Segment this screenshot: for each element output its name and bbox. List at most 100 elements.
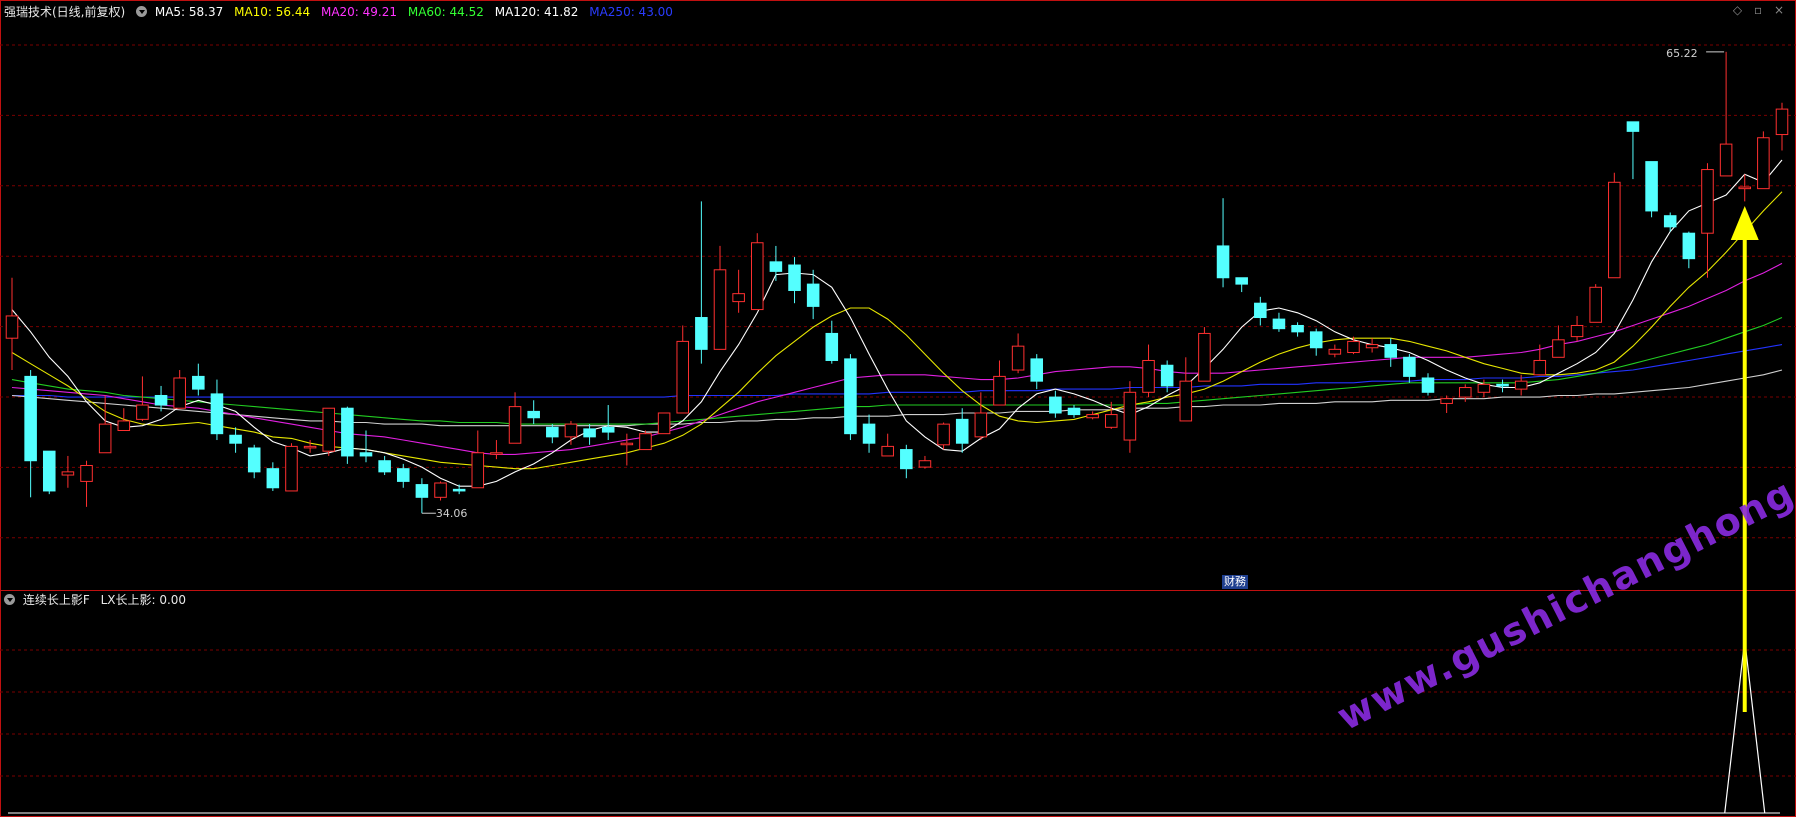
candle-body: [1477, 383, 1491, 393]
candle-body: [1216, 245, 1230, 279]
candle-body: [974, 412, 988, 438]
candle-body: [136, 404, 149, 420]
candle-body: [1775, 108, 1789, 136]
candle-body: [806, 283, 820, 307]
candle-body: [1663, 215, 1677, 228]
indicator-value: LX长上影: 0.00: [100, 593, 187, 607]
yellow-arrow-head: [1730, 206, 1759, 240]
candle-body: [601, 426, 615, 433]
candle-body: [1160, 364, 1174, 387]
candle-body: [1384, 344, 1398, 358]
candle-body: [341, 407, 354, 457]
candle-body: [192, 375, 205, 390]
candle-body: [5, 315, 19, 339]
candle-body: [1738, 186, 1752, 190]
candle-body: [676, 340, 690, 414]
candle-body: [639, 433, 652, 451]
candle-body: [1626, 121, 1640, 132]
candle-body: [1328, 348, 1342, 355]
window-icons: ◇ ▫ ×: [1725, 3, 1784, 17]
candle-body: [322, 407, 336, 452]
restore-icon[interactable]: ▫: [1754, 3, 1762, 17]
candle-body: [881, 445, 894, 457]
frame: [0, 0, 1796, 817]
ma10-line: [11, 191, 1783, 470]
candle-body: [1198, 332, 1211, 382]
finance-badge[interactable]: 财務: [1222, 575, 1248, 589]
candle-body: [918, 460, 932, 468]
low-price-label: 34.06: [435, 507, 468, 521]
candle-body: [1104, 414, 1118, 428]
candle-body: [1309, 331, 1323, 349]
candle-body: [1403, 356, 1416, 377]
candle-body: [1440, 398, 1453, 404]
candle-body: [98, 423, 112, 454]
ma120-label: MA120: 41.82: [494, 5, 579, 19]
candle-body: [1049, 396, 1062, 414]
candle-body: [1608, 181, 1621, 279]
candle-body: [1701, 169, 1714, 234]
candle-body: [788, 264, 801, 291]
candle-body: [862, 423, 876, 444]
candle-body: [695, 317, 708, 350]
candle-body: [1458, 387, 1472, 398]
candle-body: [1086, 414, 1099, 419]
candle-body: [657, 412, 671, 435]
candle-body: [173, 377, 186, 409]
candle-body: [1496, 383, 1509, 387]
candle-body: [1552, 339, 1565, 358]
candle-body: [396, 468, 410, 482]
candle-body: [1254, 302, 1267, 319]
candle-body: [1030, 358, 1044, 382]
candle-body: [955, 418, 969, 444]
candle-body: [285, 445, 298, 492]
candle-body: [1365, 344, 1379, 349]
candle-body: [24, 375, 37, 462]
candle-body: [713, 269, 727, 350]
candle-body: [1347, 340, 1360, 354]
candle-body: [80, 464, 93, 482]
ma250-label: MA250: 43.00: [589, 5, 673, 19]
candle-body: [117, 420, 131, 431]
ma60-label: MA60: 44.52: [407, 5, 484, 19]
candle-body: [490, 452, 503, 455]
candle-body: [1291, 324, 1304, 333]
candle-body: [1589, 286, 1602, 323]
candle-body: [546, 426, 559, 438]
candle-body: [1533, 359, 1547, 376]
candle-body: [620, 442, 634, 446]
candle-body: [266, 468, 280, 489]
stock-name: 强瑞技术(日线,前复权): [4, 5, 126, 19]
ma20-label: MA20: 49.21: [320, 5, 398, 19]
candle-body: [229, 434, 242, 444]
candle-body: [359, 452, 373, 457]
candle-body: [1179, 380, 1193, 422]
candle-body: [434, 482, 447, 498]
candle-body: [210, 393, 224, 435]
chart-canvas: [0, 0, 1796, 817]
candle-body: [527, 410, 540, 419]
candle-body: [825, 332, 839, 361]
candle-body: [154, 394, 168, 406]
candle-body: [1142, 359, 1155, 393]
candle-body: [1514, 380, 1528, 390]
candle-body: [471, 452, 485, 489]
candle-body: [1011, 345, 1025, 371]
dropdown-icon[interactable]: [136, 6, 148, 17]
dropdown-icon[interactable]: [4, 594, 15, 605]
candle-body: [42, 450, 56, 492]
candle-body: [1421, 377, 1435, 393]
candle-body: [583, 428, 596, 438]
candle-body: [1272, 318, 1286, 330]
ma60-line: [11, 316, 1783, 425]
candle-body: [508, 406, 522, 444]
candle-body: [732, 293, 745, 303]
candle-body: [564, 423, 578, 438]
candle-body: [378, 460, 391, 473]
candle-body: [415, 484, 429, 498]
close-icon[interactable]: ×: [1774, 3, 1784, 17]
candle-body: [937, 423, 950, 446]
candle-body: [1682, 232, 1696, 260]
diamond-icon[interactable]: ◇: [1733, 3, 1742, 17]
candle-body: [844, 358, 857, 435]
